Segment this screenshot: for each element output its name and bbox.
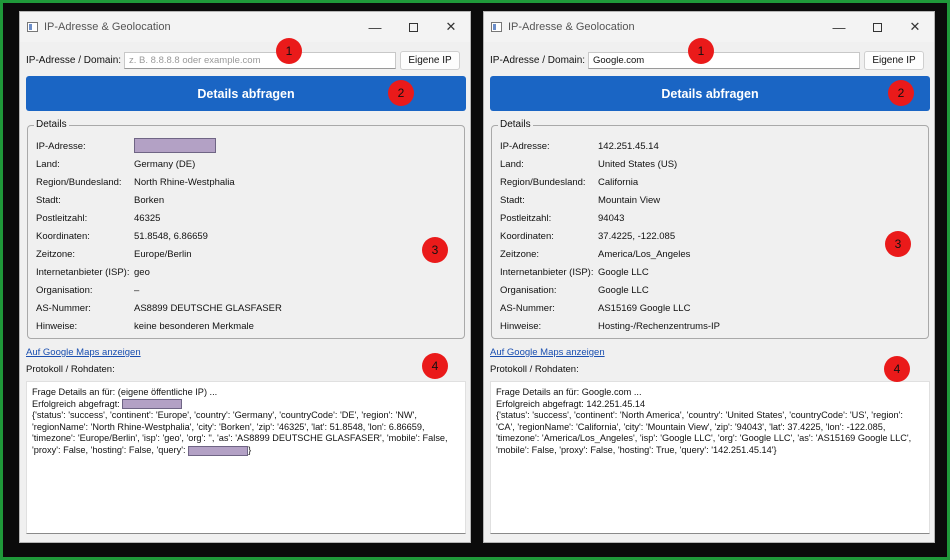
own-ip-button[interactable]: Eigene IP: [400, 51, 460, 70]
detail-label: Land:: [500, 159, 524, 170]
query-details-button[interactable]: Details abfragen: [490, 76, 930, 111]
redaction-box: [134, 138, 216, 153]
detail-label: Internetanbieter (ISP):: [36, 267, 130, 278]
ip-input-row: IP-Adresse / Domain: Eigene IP: [26, 51, 466, 70]
ip-domain-label: IP-Adresse / Domain:: [26, 55, 122, 66]
detail-value-timezone: America/Los_Angeles: [598, 249, 691, 260]
window-title: IP-Adresse & Geolocation: [508, 21, 635, 33]
log-prefix: Erfolgreich abgefragt:: [32, 398, 123, 409]
detail-value-ip: [134, 138, 216, 153]
detail-value-region: California: [598, 177, 639, 188]
annotation-marker-1: 1: [688, 38, 714, 64]
detail-value-timezone: Europe/Berlin: [134, 249, 192, 260]
title-bar[interactable]: IP-Adresse & Geolocation — ✕: [484, 12, 934, 42]
detail-label: Postleitzahl:: [500, 213, 552, 224]
detail-label: Postleitzahl:: [36, 213, 88, 224]
detail-value-as: AS15169 Google LLC: [598, 303, 691, 314]
log-json: {'status': 'success', 'continent': 'Euro…: [32, 410, 460, 456]
detail-label: Organisation:: [500, 285, 557, 296]
ip-domain-input[interactable]: [124, 52, 396, 69]
minimize-icon[interactable]: —: [356, 12, 394, 42]
detail-label: Region/Bundesland:: [36, 177, 122, 188]
log-textbox[interactable]: Frage Details an für: (eigene öffentlich…: [26, 381, 466, 534]
google-maps-link[interactable]: Auf Google Maps anzeigen: [26, 347, 141, 358]
close-icon[interactable]: ✕: [432, 12, 470, 42]
detail-label: Zeitzone:: [36, 249, 76, 260]
title-bar[interactable]: IP-Adresse & Geolocation — ✕: [20, 12, 470, 42]
log-json: {'status': 'success', 'continent': 'Nort…: [496, 410, 912, 455]
annotation-marker-4: 4: [422, 353, 448, 379]
detail-label: Hinweise:: [36, 321, 78, 332]
own-ip-button[interactable]: Eigene IP: [864, 51, 924, 70]
log-line: Erfolgreich abgefragt: 142.251.45.14: [496, 398, 646, 409]
log-label: Protokoll / Rohdaten:: [26, 364, 115, 375]
details-group: Details IP-Adresse: Land: Germany (DE) R…: [27, 119, 465, 339]
detail-label: Koordinaten:: [500, 231, 554, 242]
annotation-marker-2: 2: [888, 80, 914, 106]
annotation-marker-2: 2: [388, 80, 414, 106]
detail-label: IP-Adresse:: [36, 141, 86, 152]
details-group: Details IP-Adresse: 142.251.45.14 Land: …: [491, 119, 929, 339]
detail-value-ip: 142.251.45.14: [598, 141, 659, 152]
redaction-box: [122, 399, 183, 410]
detail-label: Koordinaten:: [36, 231, 90, 242]
maximize-icon[interactable]: [394, 12, 432, 42]
detail-value-region: North Rhine-Westphalia: [134, 177, 235, 188]
detail-label: Internetanbieter (ISP):: [500, 267, 594, 278]
log-label: Protokoll / Rohdaten:: [490, 364, 579, 375]
minimize-icon[interactable]: —: [820, 12, 858, 42]
log-line: Erfolgreich abgefragt:: [32, 399, 460, 411]
detail-value-country: United States (US): [598, 159, 678, 170]
detail-value-as: AS8899 DEUTSCHE GLASFASER: [134, 303, 282, 314]
log-textbox[interactable]: Frage Details an für: Google.com ... Erf…: [490, 381, 930, 534]
log-line: Frage Details an für: Google.com ...: [496, 387, 642, 397]
detail-value-city: Borken: [134, 195, 165, 206]
detail-label: Hinweise:: [500, 321, 542, 332]
ip-domain-input[interactable]: [588, 52, 860, 69]
detail-label: AS-Nummer:: [36, 303, 91, 314]
log-line: Frage Details an für: (eigene öffentlich…: [32, 387, 218, 397]
detail-value-zip: 94043: [598, 213, 625, 224]
detail-value-coords: 51.8548, 6.86659: [134, 231, 208, 242]
ip-domain-label: IP-Adresse / Domain:: [490, 55, 586, 66]
app-icon: [491, 22, 502, 32]
annotation-marker-3: 3: [422, 237, 448, 263]
detail-value-notes: keine besonderen Merkmale: [134, 321, 254, 332]
detail-value-org: Google LLC: [598, 285, 649, 296]
window-title: IP-Adresse & Geolocation: [44, 21, 171, 33]
redaction-box: [188, 445, 249, 456]
detail-value-coords: 37.4225, -122.085: [598, 231, 676, 242]
detail-value-isp: geo: [134, 267, 150, 278]
google-maps-link[interactable]: Auf Google Maps anzeigen: [490, 347, 605, 358]
annotation-marker-1: 1: [276, 38, 302, 64]
app-icon: [27, 22, 38, 32]
detail-label: Zeitzone:: [500, 249, 540, 260]
detail-value-notes: Hosting-/Rechenzentrums-IP: [598, 321, 720, 332]
details-group-title: Details: [498, 119, 533, 130]
detail-label: IP-Adresse:: [500, 141, 550, 152]
detail-value-country: Germany (DE): [134, 159, 196, 170]
app-window-right: IP-Adresse & Geolocation — ✕ IP-Adresse …: [483, 11, 935, 543]
detail-label: Stadt:: [36, 195, 61, 206]
details-group-title: Details: [34, 119, 69, 130]
detail-value-city: Mountain View: [598, 195, 661, 206]
annotation-marker-4: 4: [884, 356, 910, 382]
log-json-end: }: [248, 444, 252, 455]
screenshot-frame: IP-Adresse & Geolocation — ✕ IP-Adresse …: [0, 0, 950, 560]
detail-value-zip: 46325: [134, 213, 161, 224]
close-icon[interactable]: ✕: [896, 12, 934, 42]
detail-label: AS-Nummer:: [500, 303, 555, 314]
maximize-icon[interactable]: [858, 12, 896, 42]
detail-value-org: –: [134, 285, 140, 296]
app-window-left: IP-Adresse & Geolocation — ✕ IP-Adresse …: [19, 11, 471, 543]
detail-label: Stadt:: [500, 195, 525, 206]
detail-label: Land:: [36, 159, 60, 170]
detail-label: Organisation:: [36, 285, 93, 296]
detail-value-isp: Google LLC: [598, 267, 649, 278]
detail-label: Region/Bundesland:: [500, 177, 586, 188]
annotation-marker-3: 3: [885, 231, 911, 257]
